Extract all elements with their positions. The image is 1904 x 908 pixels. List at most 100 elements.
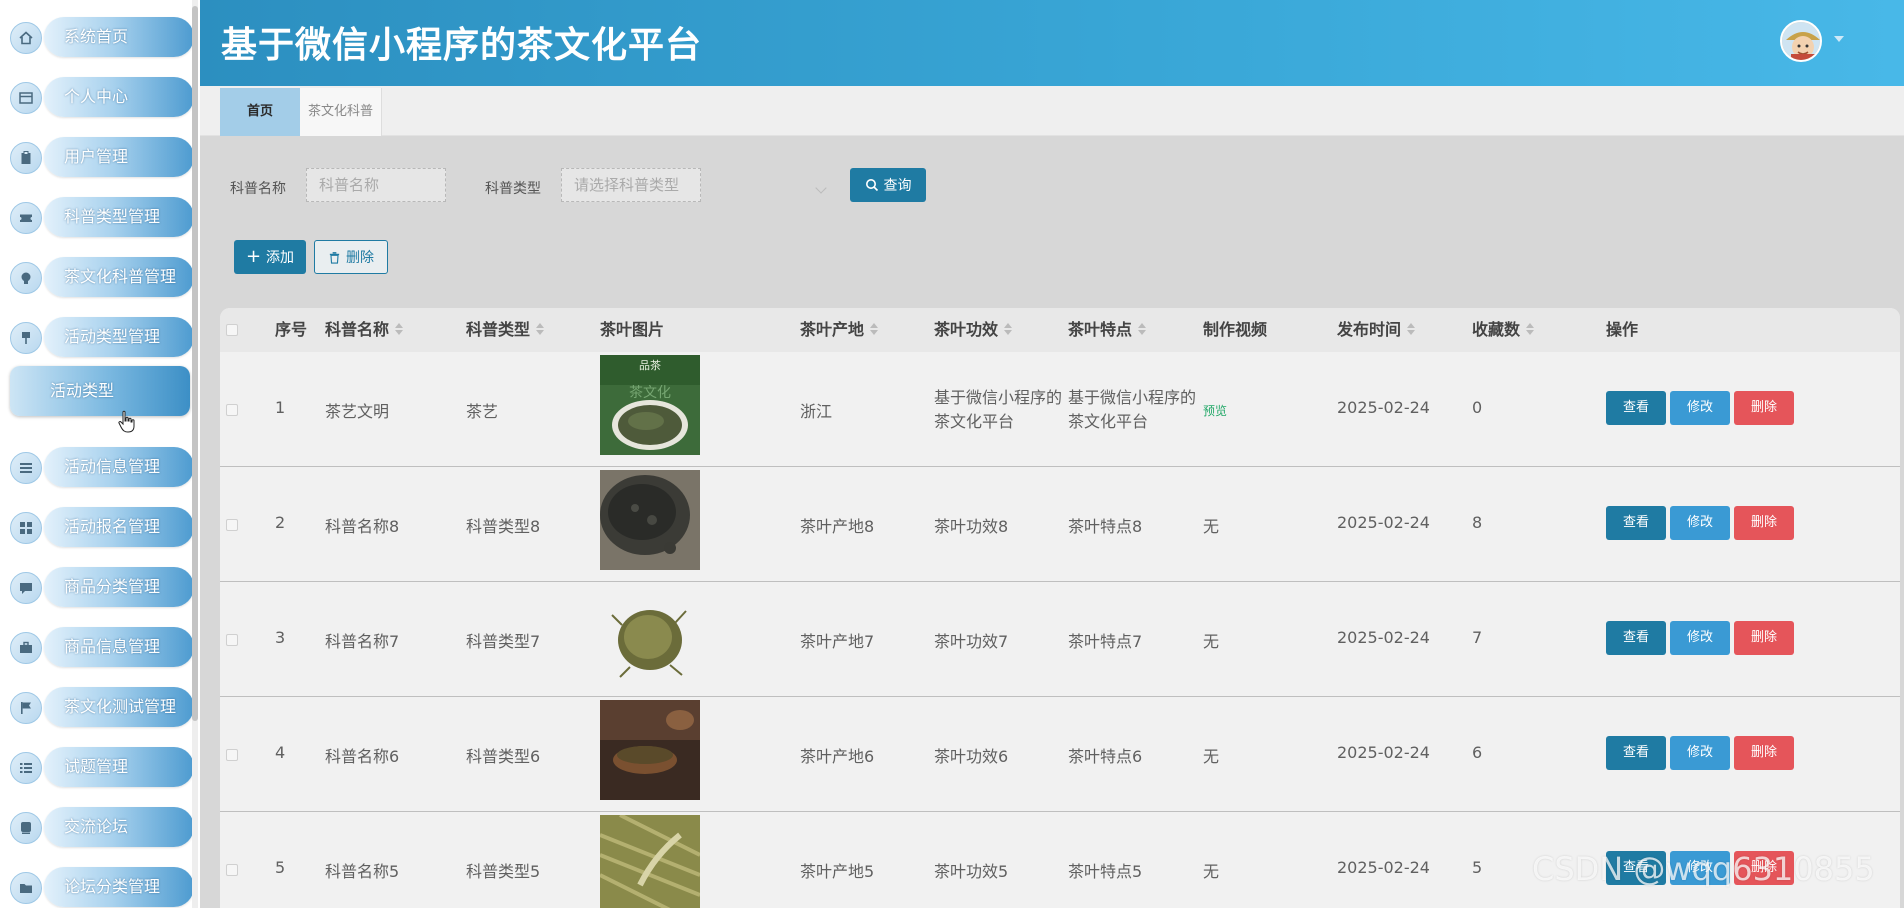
row-checkbox[interactable] [226, 749, 238, 761]
edit-button[interactable]: 修改 [1670, 621, 1730, 655]
column-header-favorites[interactable]: 收藏数 [1472, 308, 1535, 352]
list-icon [10, 452, 42, 484]
sidebar-item-activity-info-management[interactable]: 活动信息管理 [10, 447, 194, 487]
cell-name: 茶艺文明 [325, 402, 390, 421]
flag-icon [10, 692, 42, 724]
cell-video: 无 [1203, 632, 1220, 651]
sidebar-item-goods-category-management[interactable]: 商品分类管理 [10, 567, 194, 607]
column-header-type[interactable]: 科普类型 [466, 308, 545, 352]
cell-feature: 茶叶特点8 [1068, 517, 1143, 536]
sidebar-item-label: 商品信息管理 [64, 637, 161, 656]
sidebar-item-activity-signup-management[interactable]: 活动报名管理 [10, 507, 194, 547]
tea-image[interactable] [600, 700, 700, 800]
sidebar-scrollbar[interactable] [192, 0, 198, 908]
tea-image[interactable] [600, 585, 700, 685]
delete-button-label: 删除 [346, 250, 374, 266]
submenu-item-activity-type[interactable]: 活动类型 [10, 366, 190, 416]
row-checkbox[interactable] [226, 864, 238, 876]
column-header-name[interactable]: 科普名称 [325, 308, 404, 352]
row-checkbox[interactable] [226, 634, 238, 646]
avatar[interactable] [1780, 20, 1822, 62]
sidebar-item-home[interactable]: 系统首页 [10, 17, 194, 57]
sidebar-scrollbar-thumb[interactable] [192, 6, 198, 721]
name-field-label: 科普名称 [230, 181, 286, 197]
view-button[interactable]: 查看 [1606, 391, 1666, 425]
row-checkbox[interactable] [226, 519, 238, 531]
app-title: 基于微信小程序的茶文化平台 [221, 25, 703, 66]
video-preview-link[interactable]: 预览 [1203, 402, 1227, 419]
briefcase-icon [10, 632, 42, 664]
cell-effect: 基于微信小程序的茶文化平台 [934, 388, 1063, 431]
edit-button[interactable]: 修改 [1670, 736, 1730, 770]
name-search-input[interactable]: 科普名称 [306, 168, 446, 202]
column-header-origin[interactable]: 茶叶产地 [800, 308, 879, 352]
tab-tea-culture[interactable]: 茶文化科普 [300, 88, 382, 136]
search-button[interactable]: 查询 [850, 168, 926, 202]
tea-image[interactable] [600, 815, 700, 908]
sort-icon[interactable] [1004, 322, 1013, 335]
batch-delete-button[interactable]: 删除 [314, 240, 388, 274]
view-button[interactable]: 查看 [1606, 506, 1666, 540]
sidebar-item-question-management[interactable]: 试题管理 [10, 747, 194, 787]
sidebar-item-forum-category-management[interactable]: 论坛分类管理 [10, 867, 194, 907]
chevron-down-icon[interactable] [1834, 36, 1844, 42]
cell-date: 2025-02-24 [1337, 398, 1430, 417]
tab-home[interactable]: 首页 [220, 88, 300, 136]
cell-index: 3 [275, 628, 286, 647]
sidebar-item-forum[interactable]: 交流论坛 [10, 807, 194, 847]
cell-feature: 基于微信小程序的茶文化平台 [1068, 388, 1197, 431]
sidebar-item-goods-info-management[interactable]: 商品信息管理 [10, 627, 194, 667]
column-header-label: 茶叶产地 [800, 320, 865, 339]
sidebar-item-tea-culture-management[interactable]: 茶文化科普管理 [10, 257, 194, 297]
cell-date: 2025-02-24 [1337, 743, 1430, 762]
plus-icon: + [245, 246, 262, 267]
column-header-date[interactable]: 发布时间 [1337, 308, 1416, 352]
tea-image[interactable] [600, 470, 700, 570]
type-select[interactable]: 请选择科普类型 [561, 168, 701, 202]
chevron-down-icon[interactable] [815, 182, 827, 194]
select-all-checkbox[interactable] [226, 324, 238, 336]
column-header-image: 茶叶图片 [600, 320, 665, 339]
sort-icon[interactable] [1526, 322, 1535, 335]
view-button[interactable]: 查看 [1606, 621, 1666, 655]
column-header-label: 科普名称 [325, 320, 390, 339]
tea-image[interactable]: 品茶 茶文化 [600, 355, 700, 455]
cell-effect: 茶叶功效6 [934, 747, 1009, 766]
sort-icon[interactable] [1407, 322, 1416, 335]
column-header-effect[interactable]: 茶叶功效 [934, 308, 1013, 352]
folder-icon [10, 872, 42, 904]
table-row: 1 茶艺文明 茶艺 品茶 茶文化 浙江 基于微信小程序的茶文化平台 基于微信小程… [220, 352, 1900, 467]
cell-date: 2025-02-24 [1337, 858, 1430, 877]
sort-icon[interactable] [1138, 322, 1147, 335]
sidebar-item-tea-test-management[interactable]: 茶文化测试管理 [10, 687, 194, 727]
column-header-index: 序号 [275, 320, 308, 339]
submenu-item-label: 活动类型 [50, 381, 115, 400]
sidebar-item-activity-type-management[interactable]: 活动类型管理 [10, 317, 194, 357]
sort-icon[interactable] [870, 322, 879, 335]
sidebar-item-science-type-management[interactable]: 科普类型管理 [10, 197, 194, 237]
cell-favorites: 5 [1472, 858, 1483, 877]
cell-name: 科普名称8 [325, 517, 400, 536]
chat-icon [10, 572, 42, 604]
delete-button[interactable]: 删除 [1734, 506, 1794, 540]
sidebar-item-personal-center[interactable]: 个人中心 [10, 77, 194, 117]
column-header-actions: 操作 [1606, 320, 1639, 339]
cell-origin: 茶叶产地8 [800, 517, 875, 536]
sidebar-item-user-management[interactable]: 用户管理 [10, 137, 194, 177]
cell-favorites: 6 [1472, 743, 1483, 762]
cell-origin: 茶叶产地5 [800, 862, 875, 881]
sort-icon[interactable] [536, 322, 545, 335]
delete-button[interactable]: 删除 [1734, 736, 1794, 770]
cell-name: 科普名称7 [325, 632, 400, 651]
delete-button[interactable]: 删除 [1734, 621, 1794, 655]
cell-date: 2025-02-24 [1337, 628, 1430, 647]
add-button[interactable]: + 添加 [234, 240, 306, 274]
column-header-feature[interactable]: 茶叶特点 [1068, 308, 1147, 352]
sort-icon[interactable] [395, 322, 404, 335]
edit-button[interactable]: 修改 [1670, 506, 1730, 540]
edit-button[interactable]: 修改 [1670, 391, 1730, 425]
delete-button[interactable]: 删除 [1734, 391, 1794, 425]
row-checkbox[interactable] [226, 404, 238, 416]
cell-type: 茶艺 [466, 402, 499, 421]
view-button[interactable]: 查看 [1606, 736, 1666, 770]
